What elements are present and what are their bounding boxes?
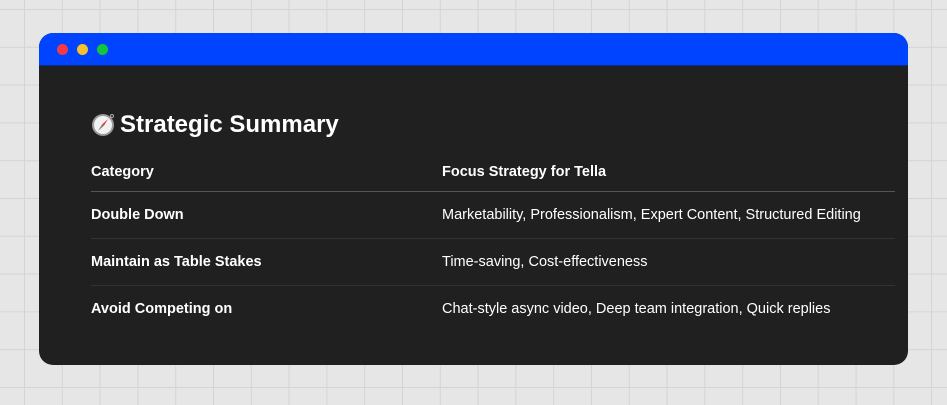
close-button[interactable] (57, 44, 68, 55)
strategy-cell: Time-saving, Cost-effectiveness (442, 238, 895, 286)
minimize-button[interactable] (77, 44, 88, 55)
page-title: Strategic Summary (120, 111, 339, 138)
strategy-cell: Marketability, Professionalism, Expert C… (442, 191, 895, 239)
category-cell: Maintain as Table Stakes (91, 238, 442, 286)
table-row: Avoid Competing on Chat-style async vide… (91, 286, 895, 333)
table-header: Category Focus Strategy for Tella (91, 153, 895, 192)
table-row: Maintain as Table Stakes Time-saving, Co… (91, 238, 895, 286)
summary-table: Category Focus Strategy for Tella Double… (91, 153, 895, 332)
maximize-button[interactable] (97, 44, 108, 55)
content: Strategic Summary Category Focus Strateg… (91, 109, 895, 332)
column-header-strategy: Focus Strategy for Tella (442, 153, 895, 192)
strategy-cell: Chat-style async video, Deep team integr… (442, 301, 831, 317)
title-bar (39, 33, 908, 66)
compass-icon (92, 114, 114, 136)
column-header-category: Category (91, 153, 442, 192)
category-cell: Double Down (91, 191, 442, 239)
window: Strategic Summary Category Focus Strateg… (39, 33, 908, 365)
page-title-row: Strategic Summary (91, 109, 895, 141)
table-row: Double Down Marketability, Professionali… (91, 191, 895, 239)
category-cell: Avoid Competing on (91, 301, 233, 317)
